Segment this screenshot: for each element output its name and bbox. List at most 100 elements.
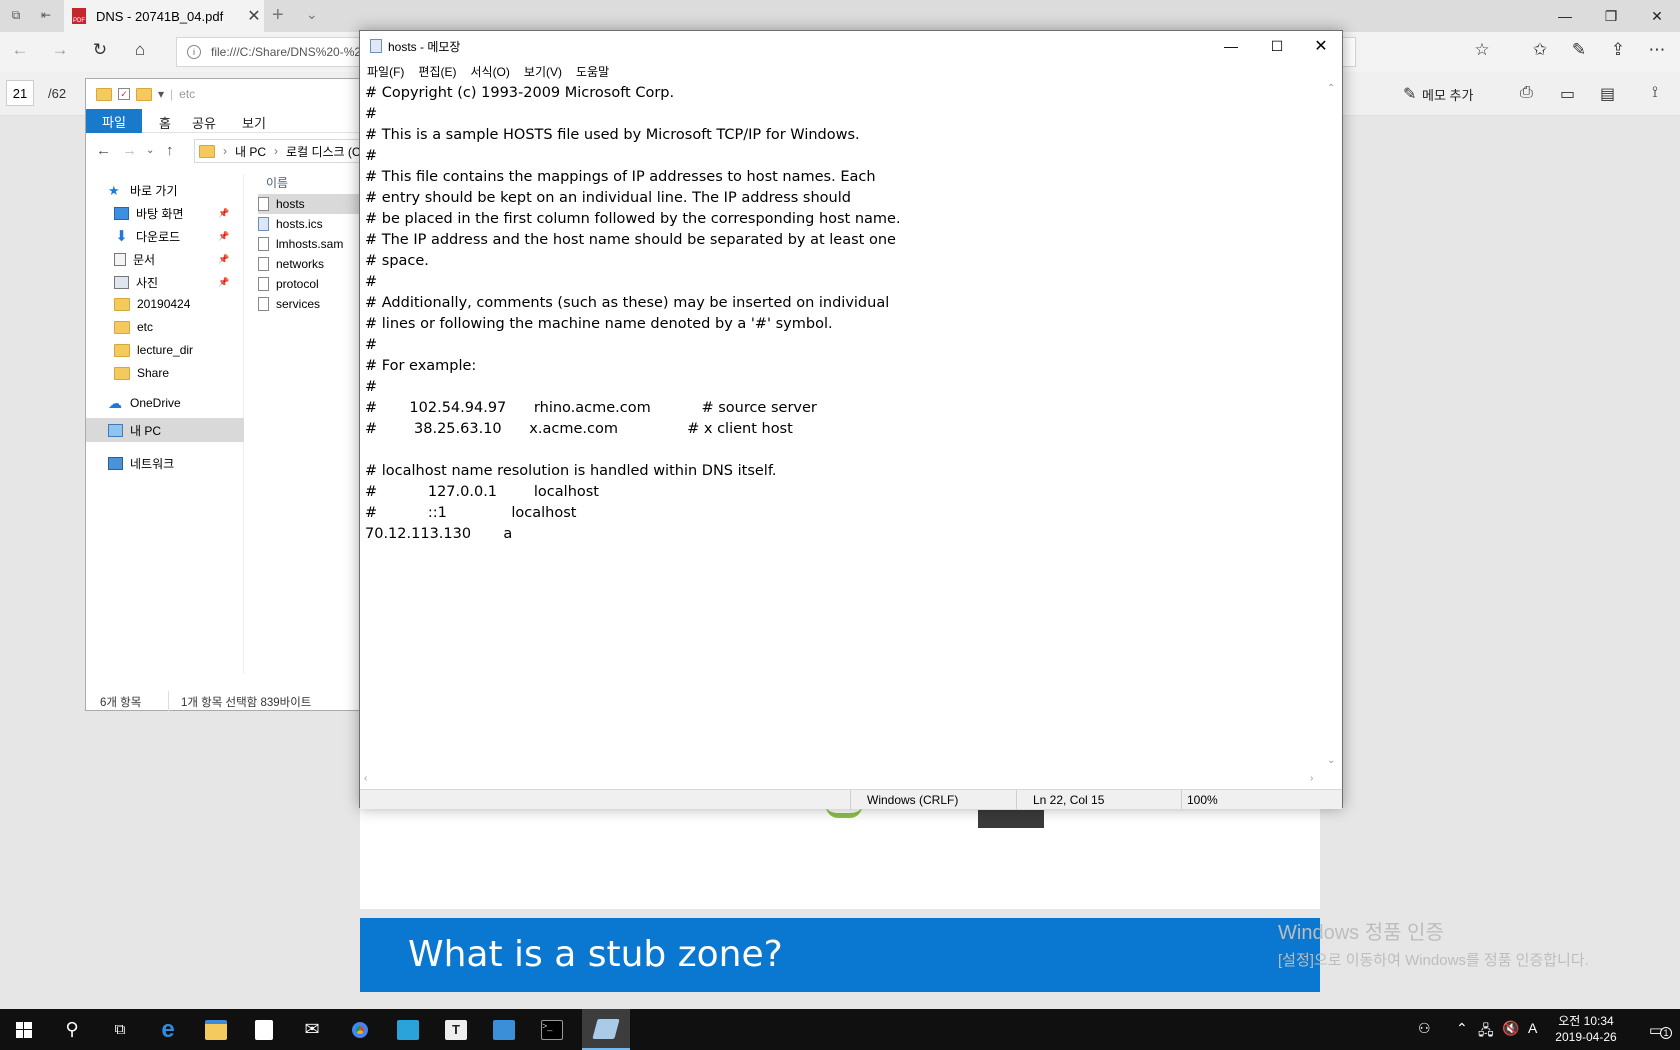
taskbar-command-prompt[interactable]: >_ [528, 1009, 576, 1050]
nav-item-network[interactable]: 네트워크 [108, 455, 174, 472]
action-center-button[interactable]: ▭ 1 [1632, 1009, 1680, 1050]
menu-help[interactable]: 도움말 [576, 63, 609, 80]
set-aside-tabs-icon[interactable]: ⇤ [38, 8, 54, 22]
browser-restore-button[interactable]: ❐ [1588, 0, 1634, 32]
taskbar-mail[interactable]: ✉ [288, 1009, 336, 1050]
taskbar-chrome[interactable] [336, 1009, 384, 1050]
vertical-scrollbar[interactable]: ⌃ ⌄ [1322, 81, 1342, 771]
start-button[interactable] [0, 1009, 48, 1050]
favorites-hub-icon[interactable]: ✩ [1528, 40, 1552, 64]
nav-item-onedrive[interactable]: ☁ OneDrive [108, 396, 181, 411]
tab-list-chevron-icon[interactable]: ⌄ [306, 6, 318, 23]
file-row[interactable]: hosts [258, 194, 368, 214]
pin-toolbar-icon[interactable]: ⟟ [1652, 84, 1658, 102]
file-row[interactable]: protocol [258, 274, 368, 294]
print-icon[interactable]: ⎙ [1520, 84, 1533, 102]
nav-item-folder-share[interactable]: Share [114, 366, 169, 380]
taskbar-remote-desktop[interactable] [480, 1009, 528, 1050]
forward-arrow-icon[interactable]: → [48, 40, 72, 64]
scroll-down-arrow-icon[interactable]: ⌄ [1327, 755, 1335, 766]
pin-icon[interactable]: 📌 [218, 231, 229, 242]
recent-locations-chevron-icon[interactable]: ⌄ [146, 145, 154, 156]
nav-item-desktop[interactable]: 바탕 화면 📌 [114, 205, 229, 222]
mail-icon: ✉ [304, 1019, 320, 1039]
nav-item-downloads[interactable]: ⬇ 다운로드 📌 [114, 228, 229, 245]
ribbon-tab-share[interactable]: 공유 [192, 113, 216, 132]
ribbon-tab-view[interactable]: 보기 [242, 113, 266, 132]
new-tab-button[interactable]: + [272, 4, 284, 27]
file-row[interactable]: services [258, 294, 368, 314]
nav-item-folder-20190424[interactable]: 20190424 [114, 297, 190, 311]
menu-view[interactable]: 보기(V) [524, 63, 562, 80]
people-icon[interactable]: ⚇ [1418, 1020, 1431, 1037]
menu-file[interactable]: 파일(F) [367, 63, 404, 80]
column-header-name[interactable]: 이름 [266, 174, 288, 191]
info-icon[interactable]: i [187, 45, 201, 59]
network-status-icon[interactable]: 🖧 [1478, 1020, 1494, 1044]
properties-checkbox-icon[interactable]: ✓ [118, 88, 130, 100]
pen-icon[interactable]: ✎ [1567, 40, 1591, 64]
breadcrumb-item[interactable]: 내 PC [235, 143, 266, 160]
minimize-button[interactable]: — [1208, 31, 1254, 61]
pin-icon[interactable]: 📌 [218, 277, 229, 288]
add-note-button[interactable]: 메모 추가 [1422, 85, 1473, 104]
search-button[interactable]: ⚲ [48, 1009, 96, 1050]
share-icon[interactable]: ⇪ [1606, 40, 1630, 64]
scroll-up-arrow-icon[interactable]: ⌃ [1327, 83, 1335, 94]
input-indicator[interactable]: A [1528, 1020, 1537, 1036]
pin-icon[interactable]: 📌 [218, 208, 229, 219]
taskbar-edge[interactable]: e [144, 1009, 192, 1050]
file-row[interactable]: networks [258, 254, 368, 274]
maximize-button[interactable]: ☐ [1254, 31, 1300, 61]
pin-icon[interactable]: 📌 [218, 254, 229, 265]
nav-item-folder-etc[interactable]: etc [114, 320, 153, 334]
menu-edit[interactable]: 편집(E) [418, 63, 456, 80]
taskbar-store[interactable] [240, 1009, 288, 1050]
explorer-address-bar[interactable]: › 내 PC › 로컬 디스크 (C:) [194, 139, 384, 163]
new-folder-icon[interactable] [136, 87, 152, 101]
taskbar-file-explorer[interactable] [192, 1009, 240, 1050]
save-as-icon[interactable]: ▤ [1600, 84, 1615, 104]
file-row[interactable]: lmhosts.sam [258, 234, 368, 254]
scroll-left-arrow-icon[interactable]: ‹ [364, 773, 367, 784]
tab-close-icon[interactable]: ✕ [244, 6, 264, 26]
add-note-pen-icon[interactable]: ✎ [1403, 84, 1416, 104]
nav-item-pictures[interactable]: 사진 📌 [114, 274, 229, 291]
browser-minimize-button[interactable]: — [1542, 0, 1588, 32]
taskbar-notepad[interactable] [582, 1009, 630, 1050]
scroll-right-arrow-icon[interactable]: › [1310, 773, 1313, 784]
folder-icon [114, 320, 130, 334]
back-arrow-icon[interactable]: ← [8, 40, 32, 64]
up-arrow-icon[interactable]: ↑ [166, 142, 174, 159]
back-arrow-icon[interactable]: ← [96, 142, 111, 159]
taskbar-app[interactable] [384, 1009, 432, 1050]
taskbar-typora[interactable]: T [432, 1009, 480, 1050]
browser-tab-active[interactable]: PDF DNS - 20741B_04.pdf ✕ [64, 0, 264, 32]
save-icon[interactable]: ▭ [1560, 84, 1575, 104]
browser-close-button[interactable]: ✕ [1634, 0, 1680, 32]
volume-muted-icon[interactable]: 🔇 [1502, 1020, 1519, 1037]
home-icon[interactable]: ⌂ [128, 40, 152, 64]
quick-access-dropdown-icon[interactable]: ▾ [158, 87, 164, 101]
ribbon-tab-file[interactable]: 파일 [86, 109, 142, 133]
ribbon-tab-home[interactable]: 홈 [159, 113, 171, 132]
show-hidden-icons-chevron-icon[interactable]: ⌃ [1456, 1020, 1468, 1037]
tab-preview-icon[interactable]: ⧉ [8, 8, 24, 22]
breadcrumb-item[interactable]: 로컬 디스크 (C:) [286, 143, 368, 160]
menu-format[interactable]: 서식(O) [470, 63, 509, 80]
page-number-input[interactable]: 21 [6, 80, 34, 106]
nav-item-folder-lecture-dir[interactable]: lecture_dir [114, 343, 193, 357]
close-button[interactable]: ✕ [1298, 31, 1344, 61]
favorite-star-icon[interactable]: ☆ [1470, 40, 1494, 64]
horizontal-scrollbar[interactable]: ‹ › [360, 771, 1322, 789]
system-clock[interactable]: 오전 10:34 2019-04-26 [1546, 1013, 1626, 1045]
task-view-button[interactable]: ⧉ [96, 1009, 144, 1050]
more-menu-icon[interactable]: ⋯ [1645, 40, 1669, 64]
notepad-text-area[interactable]: # Copyright (c) 1993-2009 Microsoft Corp… [360, 81, 1322, 771]
nav-item-documents[interactable]: 문서 📌 [114, 251, 229, 268]
forward-arrow-icon[interactable]: → [122, 142, 137, 159]
file-row[interactable]: hosts.ics [258, 214, 368, 234]
refresh-icon[interactable]: ↻ [88, 40, 112, 64]
nav-item-quick-access[interactable]: ★ 바로 가기 [108, 182, 178, 199]
nav-item-this-pc[interactable]: 내 PC [86, 418, 244, 442]
